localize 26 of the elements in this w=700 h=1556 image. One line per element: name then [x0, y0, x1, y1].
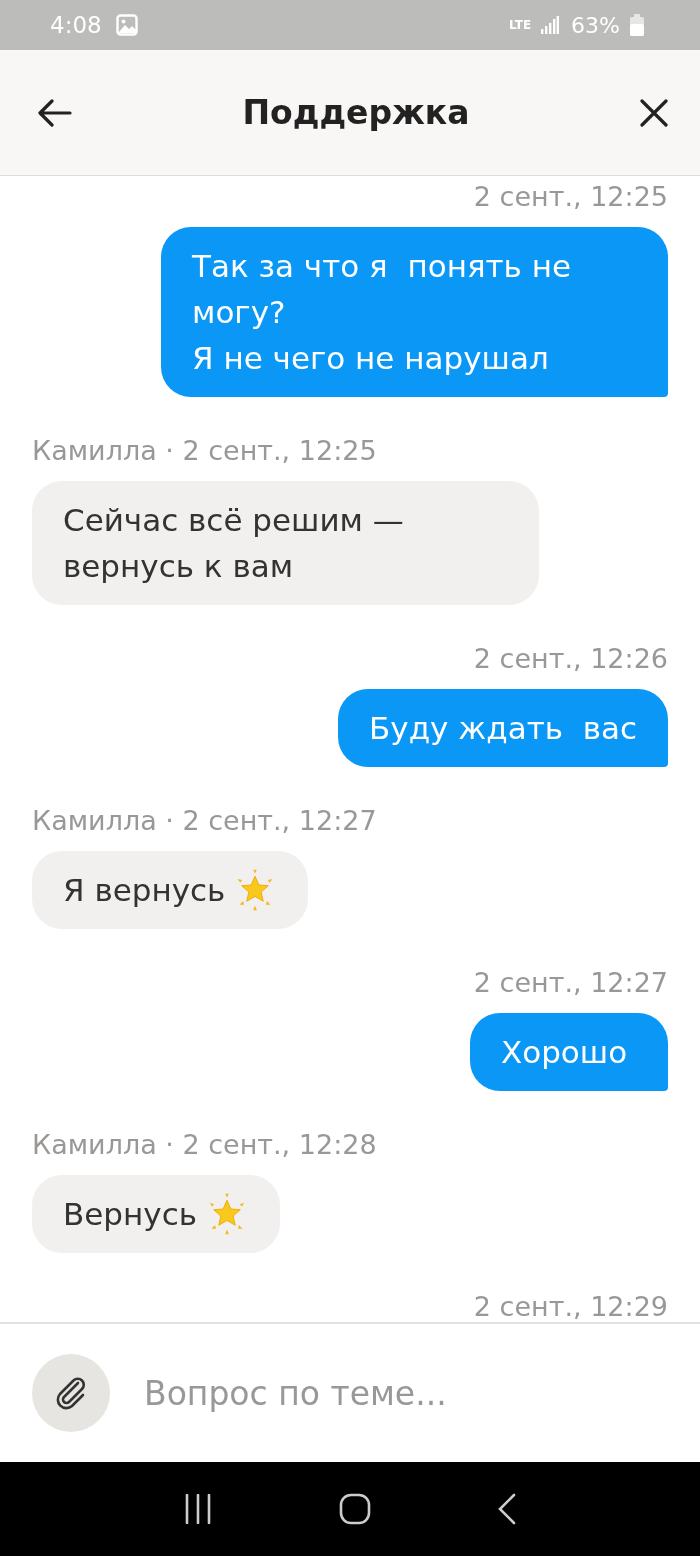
back-icon[interactable]	[497, 1493, 517, 1525]
battery-percent: 63%	[571, 12, 620, 38]
message-input[interactable]: Вопрос по теме...	[142, 1372, 668, 1414]
message-time: 2 сент., 12:25	[473, 180, 668, 214]
message-text: Буду ждать вас	[369, 709, 637, 748]
message-time: 2 сент., 12:26	[473, 642, 668, 676]
battery-icon	[630, 14, 644, 36]
message-text: Хорошо	[500, 1033, 629, 1072]
message-text: Так за что я понять не могу? Я не чего не нарушал	[192, 247, 573, 378]
message-meta: Камилла · 2 сент., 12:27	[32, 804, 377, 838]
status-time: 4:08	[50, 12, 102, 38]
recent-apps-icon[interactable]	[183, 1494, 213, 1524]
home-icon[interactable]	[339, 1493, 371, 1525]
screen-title: Поддержка	[242, 93, 470, 132]
close-icon[interactable]	[640, 98, 668, 127]
message-meta: Камилла · 2 сент., 12:25	[32, 434, 377, 468]
network-label: LTE	[509, 18, 532, 32]
message-text: Вернусь	[63, 1195, 197, 1234]
back-arrow-icon[interactable]	[38, 98, 72, 127]
message-text: Сейчас всё решим — вернусь к вам	[63, 501, 405, 586]
image-icon	[115, 14, 138, 36]
message-time: 2 сент., 12:29	[473, 1290, 668, 1322]
message-meta: Камилла · 2 сент., 12:28	[32, 1128, 377, 1162]
message-text: Я вернусь	[63, 871, 226, 910]
signal-icon	[541, 16, 560, 34]
message-time: 2 сент., 12:27	[473, 966, 668, 1000]
